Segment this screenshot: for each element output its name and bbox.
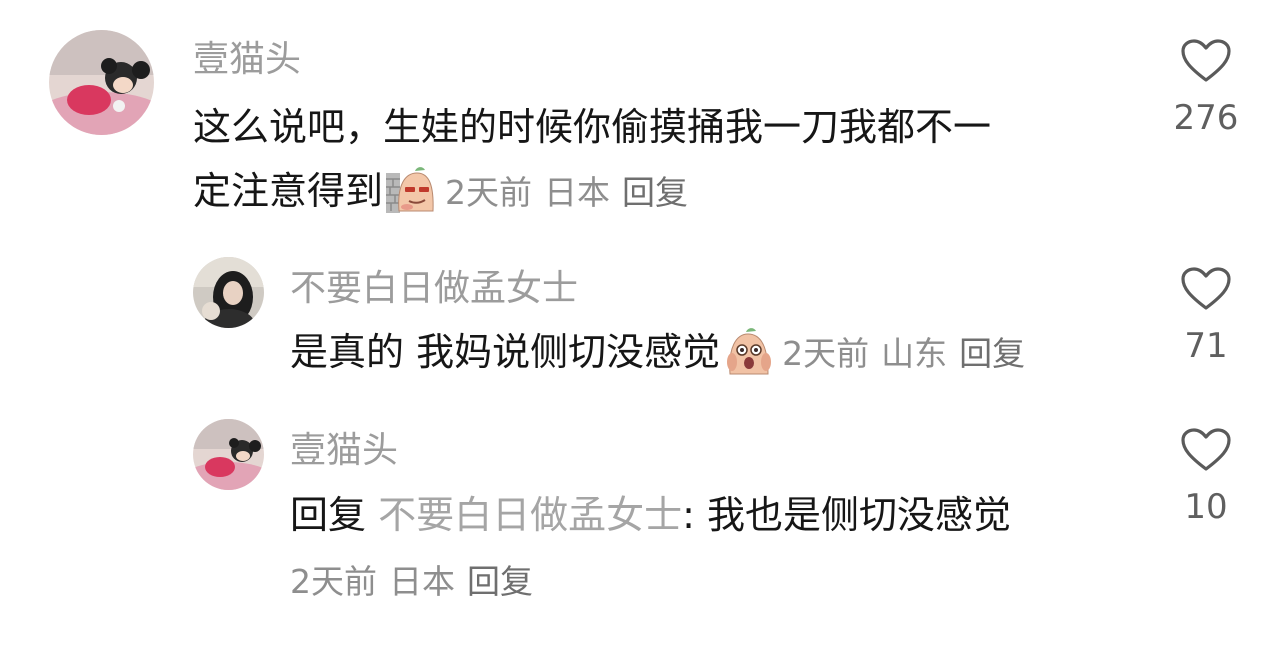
smug-potato-emoji-icon: [385, 165, 435, 215]
surprised-potato-emoji-icon: [722, 326, 772, 376]
comment-text-line: 回复 不要白日做孟女士: 我也是侧切没感觉: [290, 483, 1011, 547]
avatar[interactable]: [49, 30, 154, 135]
comment-text-line-1: 这么说吧，生娃的时候你偷摸捅我一刀我都不一: [193, 105, 992, 149]
reply-button[interactable]: 回复: [959, 334, 1025, 373]
reply-button[interactable]: 回复: [622, 173, 688, 212]
heart-outline-icon: [1181, 428, 1231, 471]
reply-prefix: 回复: [290, 493, 367, 537]
like-count: 276: [1173, 98, 1239, 138]
comment-text-line: 是真的 我妈说侧切没感觉 2天前 山东 回复: [290, 320, 1037, 386]
comment-item: 壹猫头 这么说吧，生娃的时候你偷摸捅我一刀我都不一 定注意得到 2天前 日本 回复 …: [0, 0, 1284, 240]
comment-username[interactable]: 壹猫头: [290, 429, 398, 473]
comment-username[interactable]: 不要白日做孟女士: [290, 267, 578, 311]
comment-text: 定注意得到: [193, 169, 384, 213]
comment-text: 是真的 我妈说侧切没感觉: [290, 330, 721, 374]
comment-time: 2天前: [445, 173, 533, 212]
comment-time: 2天前: [290, 562, 377, 601]
reply-comment-item: 不要白日做孟女士 是真的 我妈说侧切没感觉 2天前 山东 回复 71: [0, 240, 1284, 400]
heart-outline-icon: [1181, 39, 1231, 82]
like-button[interactable]: 276: [1151, 38, 1261, 138]
avatar[interactable]: [193, 419, 264, 490]
mention-link[interactable]: 不要白日做孟女士: [378, 493, 682, 537]
like-button[interactable]: 10: [1151, 427, 1261, 527]
comment-location: 山东: [881, 334, 948, 373]
comment-location: 日本: [544, 173, 611, 212]
comment-meta: 2天前 日本 回复: [290, 550, 545, 614]
avatar[interactable]: [193, 257, 264, 328]
reply-button[interactable]: 回复: [467, 562, 533, 601]
like-count: 10: [1184, 487, 1228, 527]
comment-location: 日本: [389, 562, 455, 601]
comment-time: 2天前: [782, 334, 870, 373]
like-count: 71: [1184, 326, 1228, 366]
comment-text: : 我也是侧切没感觉: [682, 493, 1012, 537]
comment-text-line-2: 定注意得到 2天前 日本 回复: [193, 159, 700, 225]
comment-username[interactable]: 壹猫头: [193, 38, 301, 82]
reply-comment-item: 壹猫头 回复 不要白日做孟女士: 我也是侧切没感觉 2天前 日本 回复 10: [0, 400, 1284, 646]
like-button[interactable]: 71: [1151, 266, 1261, 366]
heart-outline-icon: [1181, 267, 1231, 310]
